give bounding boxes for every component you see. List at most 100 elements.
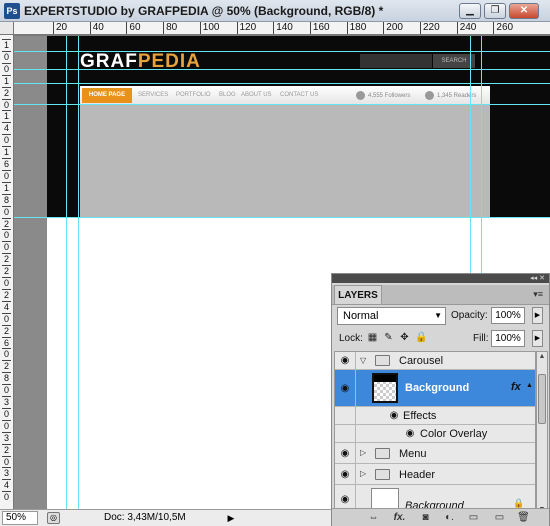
ruler-tick-label: 3 [2,396,11,407]
add-mask-icon[interactable]: ◙ [418,511,433,525]
ruler-tick-label: 80 [163,22,177,34]
mockup-search-field [360,54,432,68]
layer-effects-row[interactable]: ◉ Effects [335,407,535,425]
fx-icon[interactable]: fx [511,381,521,393]
panel-menu-icon[interactable]: ▾≡ [533,289,543,300]
opacity-label: Opacity: [451,310,488,321]
maximize-button[interactable]: ❐ [484,3,506,19]
eye-icon[interactable]: ◉ [337,468,353,481]
expand-triangle-icon[interactable]: ▷ [360,469,366,478]
fill-slider-arrow[interactable]: ▶ [532,330,543,347]
mockup-carousel-area [80,104,490,218]
ruler-tick-label: 0 [2,419,11,431]
ruler-tick-label: 2 [2,288,11,300]
mockup-nav-link: PORTFOLIO [176,92,211,98]
ruler-tick-label: 160 [309,22,330,34]
layer-row-carousel[interactable]: ◉ ▽ Carousel [335,352,535,370]
ruler-tick-label: 0 [2,384,11,396]
ruler-tick-label: 0 [2,205,11,217]
guide-line-horizontal[interactable] [14,217,550,218]
guide-line-vertical[interactable] [66,36,67,509]
status-info-icon[interactable]: ◎ [47,512,60,524]
effects-label: Effects [403,410,437,422]
ruler-tick-label: 240 [456,22,476,34]
opacity-field[interactable]: 100% [491,307,525,324]
expand-triangle-icon[interactable]: ▷ [360,448,366,457]
eye-icon[interactable]: ◉ [386,409,402,422]
close-button[interactable]: ✕ [509,3,539,19]
lock-position-move-icon[interactable]: ✥ [399,332,410,343]
ruler-tick-label: 1 [2,39,11,50]
scrollbar-thumb[interactable] [538,374,546,424]
panel-collapse-close-icon[interactable]: ◂◂ ✕ [530,274,545,283]
ruler-tick-label: 0 [2,312,11,324]
layer-row-header[interactable]: ◉ ▷ Header [335,464,535,485]
ruler-tick-label: 4 [2,479,11,491]
adjustment-layer-icon[interactable]: ◐. [442,511,457,525]
tab-layers[interactable]: LAYERS [334,285,382,304]
minimize-button[interactable]: ▁ [459,3,481,19]
panel-header-strip: ◂◂ ✕ [332,274,549,283]
eye-icon[interactable]: ◉ [337,354,353,367]
zoom-level-field[interactable]: 50% [2,511,38,525]
ruler-tick-label: 220 [420,22,440,34]
ruler-tick-label: 2 [2,443,11,455]
eye-icon[interactable]: ◉ [402,427,418,440]
lock-transparency-icon[interactable]: ▦ [367,332,378,343]
document-title: EXPERTSTUDIO by GRAFPEDIA @ 50% (Backgro… [24,4,384,18]
lock-pixels-brush-icon[interactable]: ✎ [383,332,394,343]
ruler-tick-label: 2 [2,360,11,372]
row-separator [355,443,356,463]
layer-name: Background [405,382,470,394]
eye-icon[interactable]: ◉ [337,493,353,506]
ruler-tick-label: 6 [2,336,11,348]
row-separator [355,370,356,406]
status-menu-arrow[interactable]: ▶ [226,512,236,524]
vertical-ruler[interactable]: 100120140160180200220240260280300320340 [0,35,14,509]
blend-mode-select[interactable]: Normal ▼ [337,307,446,325]
ruler-tick-label: 2 [2,265,11,277]
guide-line-horizontal[interactable] [14,83,550,84]
folder-icon [375,469,390,480]
guide-line-horizontal[interactable] [14,51,550,52]
eye-icon[interactable]: ◉ [337,382,353,395]
ruler-tick-label: 0 [2,491,11,503]
link-layers-icon[interactable]: ⇔ [366,511,381,525]
ruler-corner[interactable] [0,22,14,35]
guide-line-vertical[interactable] [78,36,79,509]
eye-icon[interactable]: ◉ [337,447,353,460]
layer-list[interactable]: ◉ ▽ Carousel ◉ Background fx ▲ ◉ Effects [334,351,536,516]
layer-row-background-selected[interactable]: ◉ Background fx ▲ [335,370,535,407]
collapse-effects-icon[interactable]: ▲ [526,382,533,389]
add-layer-style-icon[interactable]: fx. [392,511,407,525]
ruler-tick-label: 0 [2,229,11,241]
new-layer-icon[interactable]: ▭ [492,511,507,525]
scroll-up-arrow[interactable]: ▲ [537,352,547,362]
layer-row-menu[interactable]: ◉ ▷ Menu [335,443,535,464]
layer-effect-color-overlay[interactable]: ◉ Color Overlay [335,425,535,443]
layer-thumbnail [372,373,398,403]
ruler-tick-label: 2 [2,253,11,265]
ruler-tick-label: 0 [2,98,11,110]
ruler-tick-label: 8 [2,193,11,205]
thumbnail-bar [374,375,396,382]
folder-icon [375,355,390,366]
guide-line-horizontal[interactable] [14,69,550,70]
row-separator [355,407,356,424]
ruler-tick-label: 140 [273,22,293,34]
expand-triangle-icon[interactable]: ▽ [360,356,366,365]
mockup-nav-link: CONTACT US [280,92,319,98]
opacity-slider-arrow[interactable]: ▶ [532,307,543,324]
layers-scrollbar[interactable]: ▲ ▼ [536,351,548,516]
fill-label: Fill: [473,333,489,344]
mockup-followers: 4,555 Followers [356,91,410,100]
lock-all-icon[interactable]: 🔒 [415,332,427,343]
horizontal-ruler[interactable]: 20 40 60 80 100 120 140 160 180 200 220 240 260 [14,22,550,35]
guide-line-horizontal[interactable] [14,104,550,105]
trash-icon[interactable]: 🗑 [516,511,531,525]
new-group-icon[interactable]: ▭ [466,511,481,525]
fill-field[interactable]: 100% [491,330,525,347]
ruler-tick-label: 4 [2,300,11,312]
mockup-nav-link: ABOUT US [241,92,272,98]
ruler-tick-label: 4 [2,122,11,134]
